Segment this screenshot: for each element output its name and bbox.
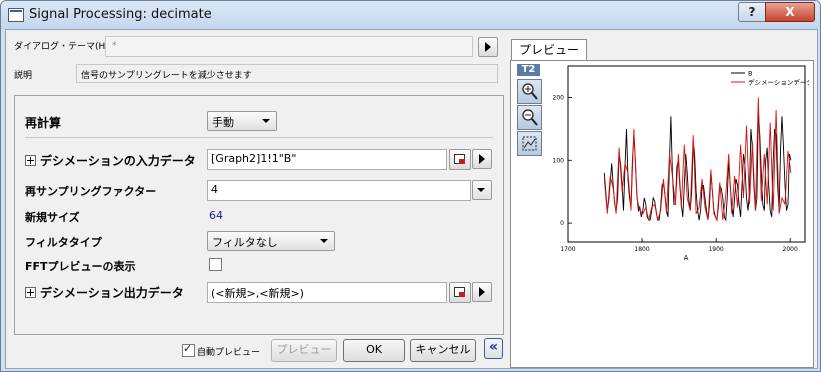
- input-picker-icon[interactable]: [449, 149, 471, 170]
- title-bar: Signal Processing: decimate ? X: [1, 1, 820, 29]
- y-tick-label: 0: [560, 220, 564, 227]
- preview-button[interactable]: プレビュー: [271, 339, 337, 362]
- description-text: 信号のサンプリングレートを減少させます: [81, 71, 252, 81]
- input-data-field[interactable]: [Graph2]1!1"B": [207, 149, 447, 170]
- divider: [25, 137, 493, 138]
- window-icon: [8, 8, 24, 22]
- output-data-field[interactable]: (<新規>,<新規>): [207, 282, 447, 303]
- output-menu-button[interactable]: [472, 282, 492, 302]
- zoom-in-icon[interactable]: [517, 79, 542, 104]
- new-size-value: 64: [209, 209, 223, 222]
- output-data-label: デシメーション出力データ: [40, 286, 184, 300]
- resample-dropdown-button[interactable]: [472, 180, 492, 200]
- x-tick-label: 1700: [560, 246, 575, 253]
- cancel-button[interactable]: キャンセル: [410, 339, 476, 362]
- auto-preview-label: 自動プレビュー: [197, 348, 261, 358]
- auto-preview-checkbox[interactable]: [182, 342, 195, 357]
- input-data-value: [Graph2]1!1"B": [211, 152, 297, 165]
- y-tick-label: 100: [553, 157, 565, 164]
- recalc-label: 再計算: [25, 116, 62, 130]
- output-data-value: (<新規>,<新規>): [211, 287, 304, 300]
- dialog-theme-menu-button[interactable]: [478, 37, 498, 57]
- filter-type-label: フィルタタイプ: [25, 236, 102, 249]
- x-tick-label: 2000: [783, 246, 798, 253]
- x-tick-label: 1900: [708, 246, 723, 253]
- dialog-window: Signal Processing: decimate ? X ダイアログ・テー…: [0, 0, 821, 372]
- description-box: 信号のサンプリングレートを減少させます: [76, 64, 498, 83]
- rescale-icon[interactable]: [517, 131, 542, 156]
- dialog-theme-value: *: [112, 41, 117, 51]
- x-axis-label: A: [684, 254, 689, 262]
- help-button[interactable]: ?: [738, 2, 766, 22]
- preview-chart: 1700 1800 1900 2000 0 100 200 Bデシメーションデータ A: [547, 63, 809, 265]
- legend-label: デシメーションデータ: [748, 78, 809, 87]
- fft-preview-label: FFTプレビューの表示: [25, 260, 136, 273]
- input-menu-button[interactable]: [472, 149, 492, 169]
- settings-panel: 再計算 手動 デシメーションの入力データ [Graph2]1!1"B" 再サンプ…: [14, 95, 504, 335]
- dialog-theme-field[interactable]: *: [105, 36, 473, 57]
- new-size-label: 新規サイズ: [25, 211, 80, 224]
- zoom-out-icon[interactable]: [517, 105, 542, 130]
- collapse-preview-button[interactable]: «: [484, 338, 503, 359]
- expand-icon[interactable]: [25, 155, 36, 166]
- recalc-dropdown[interactable]: 手動: [207, 111, 277, 131]
- output-picker-icon[interactable]: [449, 282, 471, 303]
- description-label: 説明: [14, 71, 33, 81]
- output-data-row[interactable]: デシメーション出力データ: [25, 284, 184, 301]
- filter-type-dropdown[interactable]: フィルタなし: [207, 231, 335, 251]
- resample-label: 再サンプリングファクター: [25, 185, 157, 198]
- window-title: Signal Processing: decimate: [29, 7, 212, 22]
- filter-type-value: フィルタなし: [212, 236, 278, 249]
- input-data-label: デシメーションの入力データ: [40, 154, 196, 168]
- dialog-theme-label: ダイアログ・テーマ(H): [14, 42, 109, 52]
- close-button[interactable]: X: [765, 2, 815, 22]
- tab-preview[interactable]: プレビュー: [511, 39, 587, 60]
- resample-value: 4: [211, 183, 218, 196]
- y-tick-label: 200: [553, 94, 565, 101]
- recalc-value: 手動: [212, 116, 234, 129]
- preview-panel: T2 1700 1800 1900 2000 0 100 200 B デシメーションデータ A: [510, 60, 814, 368]
- graph-tag: T2: [517, 64, 540, 76]
- resample-field[interactable]: 4: [207, 180, 471, 201]
- x-tick-label: 1800: [634, 246, 649, 253]
- dialog-client: ダイアログ・テーマ(H) * 説明 信号のサンプリングレートを減少させます 再計…: [5, 29, 818, 369]
- input-data-row[interactable]: デシメーションの入力データ: [25, 152, 196, 169]
- ok-button[interactable]: OK: [343, 339, 405, 362]
- legend-label: B: [748, 70, 752, 78]
- fft-preview-checkbox[interactable]: [209, 258, 222, 271]
- expand-icon[interactable]: [25, 287, 36, 298]
